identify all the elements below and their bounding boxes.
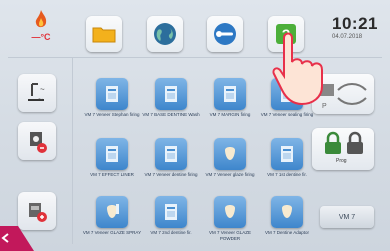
program-icon bbox=[155, 78, 187, 110]
program-tile[interactable]: VM 7 Veneer Stephan firing bbox=[82, 78, 142, 134]
sidebar-item-dryer[interactable] bbox=[18, 122, 56, 160]
program-tile[interactable]: VM 7 Veneer GLAZE POWDER bbox=[200, 196, 260, 251]
lock-label: Prog bbox=[336, 158, 347, 164]
program-label: VM 7 BASE DENTINE Wash bbox=[142, 112, 200, 117]
pointing-hand-icon bbox=[272, 32, 323, 106]
svg-text:~: ~ bbox=[40, 85, 45, 94]
program-tile[interactable]: VM 7 EFFECT LINER bbox=[82, 138, 142, 194]
temperature-unit-label: —°C bbox=[31, 32, 51, 42]
temperature-unit-icon: ~ ~ bbox=[28, 83, 45, 104]
program-label: VM 7 Veneer sealing firing bbox=[260, 112, 314, 117]
folder-icon bbox=[92, 27, 116, 43]
furnace-screen: —°C ? 10:21 04.07.2018 bbox=[0, 0, 390, 251]
program-icon bbox=[96, 196, 128, 228]
settings-button[interactable] bbox=[207, 16, 243, 52]
program-icon bbox=[155, 138, 187, 170]
clock-time: 10:21 bbox=[332, 14, 378, 33]
program-icon bbox=[271, 196, 303, 228]
program-label: VM 7 Veneer GLAZE SPRAY bbox=[82, 230, 142, 235]
wrench-icon bbox=[214, 23, 236, 45]
folder-button[interactable] bbox=[86, 16, 122, 52]
sidebar-item-temperature[interactable]: ~ ~ bbox=[18, 74, 56, 112]
globe-icon bbox=[154, 23, 176, 45]
back-button[interactable] bbox=[0, 226, 48, 251]
program-icon bbox=[155, 196, 187, 228]
svg-text:~: ~ bbox=[38, 95, 43, 104]
program-tile[interactable]: VM 7 Veneer dentine firing bbox=[141, 138, 201, 194]
program-tile[interactable]: VM 7 1st dentine fir. bbox=[257, 138, 317, 194]
program-tile[interactable]: VM 7 Veneer glaze firing bbox=[200, 138, 260, 194]
vm-selector-label: VM 7 bbox=[338, 213, 356, 221]
dryer-icon bbox=[30, 132, 47, 153]
sidebar-item-muffle[interactable] bbox=[18, 192, 56, 230]
program-label: VM 7 EFFECT LINER bbox=[90, 172, 134, 177]
program-label: VM 7 2nd dentine fir. bbox=[150, 230, 192, 235]
program-tile[interactable]: VM 7 2nd dentine fir. bbox=[141, 196, 201, 251]
program-tile[interactable]: VM 7 Veneer GLAZE SPRAY bbox=[82, 196, 142, 251]
lock-button[interactable]: Prog bbox=[312, 128, 374, 170]
globe-button[interactable] bbox=[147, 16, 183, 52]
clock-date: 04.07.2018 bbox=[332, 34, 363, 40]
program-label: VM 7 Veneer Stephan firing bbox=[84, 112, 140, 117]
flame-icon bbox=[35, 10, 47, 28]
sidebar-divider bbox=[72, 58, 73, 244]
program-label: VM 7 Veneer dentine firing bbox=[144, 172, 198, 177]
program-tile[interactable]: VM 7 Dentine Adaptor bbox=[257, 196, 317, 251]
program-label: VM 7 Veneer glaze firing bbox=[205, 172, 255, 177]
program-tile[interactable]: VM 7 MARGIN firing bbox=[200, 78, 260, 134]
vm-selector-button[interactable]: VM 7 bbox=[320, 206, 374, 228]
muffle-icon bbox=[29, 203, 47, 222]
program-label: VM 7 Dentine Adaptor bbox=[264, 230, 310, 235]
program-icon bbox=[214, 78, 246, 110]
program-icon bbox=[214, 138, 246, 170]
program-icon bbox=[96, 138, 128, 170]
temperature-unit-button[interactable]: —°C bbox=[24, 10, 58, 50]
program-label: VM 7 Veneer GLAZE POWDER bbox=[208, 230, 252, 241]
program-tile[interactable]: VM 7 BASE DENTINE Wash bbox=[141, 78, 201, 134]
program-label: VM 7 1st dentine fir. bbox=[267, 172, 307, 177]
program-label: VM 7 MARGIN firing bbox=[209, 112, 251, 117]
clock: 10:21 04.07.2018 bbox=[332, 14, 386, 40]
program-icon bbox=[214, 196, 246, 228]
program-icon bbox=[271, 138, 303, 170]
program-icon bbox=[96, 78, 128, 110]
